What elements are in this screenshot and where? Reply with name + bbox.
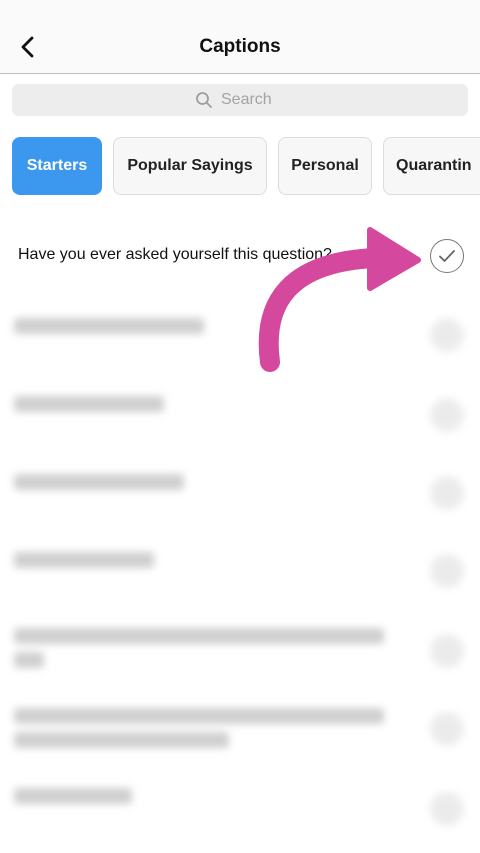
caption-text: Have you ever asked yourself this questi… xyxy=(18,246,332,263)
search-input[interactable] xyxy=(221,91,285,109)
category-tabs: Starters Popular Sayings Personal Quaran… xyxy=(12,137,480,195)
tab-popular-sayings[interactable]: Popular Sayings xyxy=(113,137,267,195)
blurred-caption-row xyxy=(0,474,480,514)
blurred-caption-row xyxy=(0,788,480,828)
checkmark-icon xyxy=(439,250,455,262)
tab-starters[interactable]: Starters xyxy=(12,137,102,195)
blurred-caption-row xyxy=(0,552,480,592)
search-icon xyxy=(195,91,213,109)
tab-quarantine[interactable]: Quarantin xyxy=(383,137,480,195)
search-bar[interactable] xyxy=(12,84,468,116)
select-caption-button[interactable] xyxy=(430,239,464,273)
blurred-caption-row xyxy=(0,396,480,436)
blurred-caption-row xyxy=(0,318,480,358)
blurred-caption-row xyxy=(0,628,480,678)
page-title: Captions xyxy=(199,36,281,57)
caption-item[interactable]: Have you ever asked yourself this questi… xyxy=(0,239,480,286)
header-bar: Captions xyxy=(0,0,480,74)
tab-personal[interactable]: Personal xyxy=(278,137,372,195)
blurred-caption-row xyxy=(0,708,480,758)
